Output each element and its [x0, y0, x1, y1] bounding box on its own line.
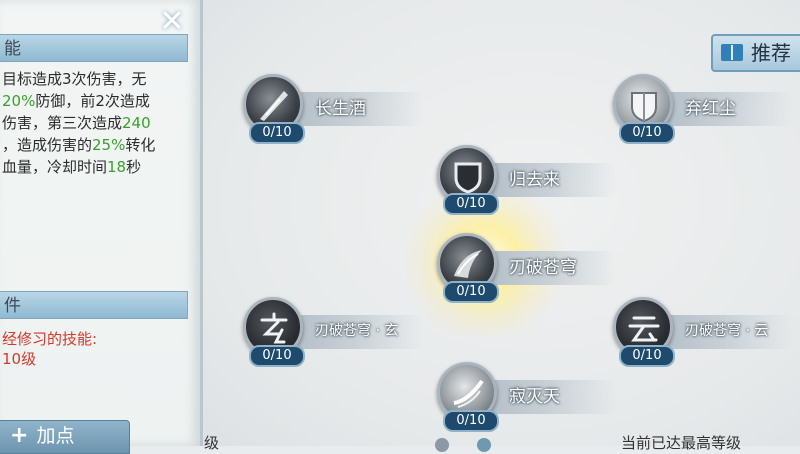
requirement-header: 件	[0, 291, 188, 319]
page-dot[interactable]	[477, 438, 491, 452]
bottom-level-text: 级	[204, 434, 220, 452]
skill-name: 长生酒	[315, 99, 366, 119]
description-line: 目标造成3次伤害，无	[2, 68, 197, 90]
description-text: 转化	[125, 136, 156, 154]
skill-level: 0/10	[443, 410, 499, 432]
highlight-value: 240	[122, 114, 151, 132]
skill-level: 0/10	[249, 122, 305, 144]
skill-description-header: 能	[0, 34, 188, 62]
skill-name: 刃破苍穹 · 玄	[315, 323, 399, 339]
description-line: 血量，冷却时间18秒	[2, 156, 197, 178]
highlight-value: 20%	[2, 92, 36, 110]
skill-level: 0/10	[619, 122, 675, 144]
recommend-label: 推荐	[751, 41, 791, 65]
max-level-text: 当前已达最高等级	[621, 434, 742, 452]
description-text: 伤害，第三次造成	[2, 114, 123, 132]
skill-name: 归去来	[509, 170, 560, 190]
skill-node-qihongchen[interactable]: 0/10 弃红尘	[613, 74, 800, 154]
description-line: 20%防御，前2次造成	[2, 90, 197, 112]
recommend-button[interactable]: 推荐	[711, 34, 800, 72]
page-dot[interactable]	[435, 438, 449, 452]
skill-level: 0/10	[249, 345, 305, 367]
book-icon	[721, 44, 743, 61]
skill-info-panel: ✕ 能 目标造成3次伤害，无 20%防御，前2次造成 伤害，第三次造成240 ，造成伤…	[0, 0, 203, 454]
skill-name: 寂灭天	[509, 387, 560, 407]
add-point-button[interactable]: + 加点	[0, 420, 130, 454]
requirement-level: 10级	[2, 350, 37, 368]
description-text: 防御，前2次造成	[35, 92, 150, 110]
skill-node-jimietian[interactable]: 0/10 寂灭天	[437, 362, 667, 442]
description-text: ，造成伤害的	[2, 136, 93, 154]
skill-node-guiqulai[interactable]: 0/10 归去来	[437, 145, 667, 225]
description-line: 伤害，第三次造成240	[2, 112, 197, 134]
description-text: 秒	[126, 158, 142, 176]
plus-icon: +	[10, 423, 29, 448]
description-text: 血量，冷却时间	[2, 158, 108, 176]
skill-description: 目标造成3次伤害，无 20%防御，前2次造成 伤害，第三次造成240 ，造成伤害的25…	[2, 68, 197, 178]
skill-name: 刃破苍穹 · 云	[685, 323, 769, 339]
highlight-value: 18	[107, 158, 127, 176]
add-point-label: 加点	[36, 425, 75, 447]
skill-node-changshengjiu[interactable]: 0/10 长生酒	[243, 74, 473, 154]
skill-level: 0/10	[443, 193, 499, 215]
description-text: 目标造成3次伤害，无	[2, 70, 147, 88]
description-line: ，造成伤害的25%转化	[2, 134, 197, 156]
skill-name: 弃红尘	[685, 99, 736, 119]
skill-name: 刃破苍穹	[509, 258, 577, 278]
requirement-label: 经修习的技能:	[2, 330, 98, 348]
highlight-value: 25%	[92, 136, 126, 154]
